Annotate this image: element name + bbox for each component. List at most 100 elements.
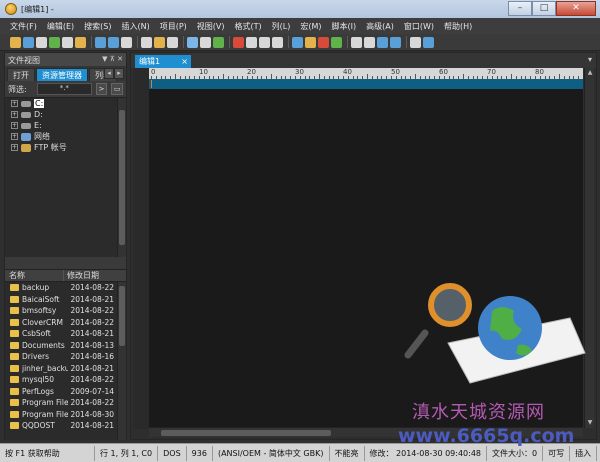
toolbar-button-icon[interactable] [377,36,388,48]
text-cursor [151,80,152,88]
menu-bar: 文件(F) 编辑(E) 搜索(S) 插入(N) 项目(P) 视图(V) 格式(T) 列(L) 宏… [0,18,600,34]
file-row[interactable]: bmsoftsy 2014-08-22 08 [5,305,126,317]
file-name: CsbSoft [22,329,51,339]
toolbar-button-icon[interactable] [213,36,224,48]
tab-left-arrow[interactable]: ◂ [104,68,114,79]
file-name: Program Files [22,398,69,408]
toolbar-button-icon[interactable] [49,36,60,48]
menu-item[interactable]: 格式(T) [235,21,262,32]
toolbar-button-icon[interactable] [167,36,178,48]
toolbar-button-icon[interactable] [364,36,375,48]
file-row[interactable]: PerfLogs 2009-07-14 11 [5,386,126,398]
toolbar-button-icon[interactable] [331,36,342,48]
file-row[interactable]: jinher_backup2014-08-21 18 [5,363,126,375]
toolbar-button-icon[interactable] [351,36,362,48]
file-row[interactable]: CsbSoft 2014-08-21 13 [5,328,126,340]
file-name: Documents [22,340,65,350]
menu-item[interactable]: 搜索(S) [84,21,111,32]
file-row[interactable]: CloverCRM 2014-08-22 12 [5,317,126,329]
folder-icon [10,364,19,372]
toolbar-separator [183,36,184,48]
folder-icon [10,399,19,407]
tab-file-view[interactable]: 资源管理器 [36,68,88,81]
toolbar-button-icon[interactable] [272,36,283,48]
menu-item[interactable]: 文件(F) [10,21,37,32]
tree-item[interactable]: + D: [5,109,126,120]
tree-item[interactable]: + FTP 帐号 [5,142,126,153]
file-list-scrollbar[interactable] [117,282,126,440]
toolbar-button-icon[interactable] [233,36,244,48]
file-row[interactable]: Program Files 2014-08-22 12 [5,397,126,409]
menu-item[interactable]: 项目(P) [160,21,187,32]
file-row[interactable]: Drivers 2014-08-16 09 [5,351,126,363]
expand-icon[interactable]: + [11,100,18,107]
toolbar-button-icon[interactable] [187,36,198,48]
menu-item[interactable]: 高级(A) [366,21,394,32]
tree-item[interactable]: + C: [5,98,126,109]
menu-item[interactable]: 宏(M) [300,21,321,32]
filter-apply-button[interactable]: > [95,83,108,95]
panel-controls[interactable]: ▼ ⊼ ✕ [102,55,123,63]
minimize-button[interactable]: – [508,1,532,16]
toolbar-button-icon[interactable] [121,36,132,48]
toolbar-button-icon[interactable] [10,36,21,48]
close-button[interactable]: ✕ [556,1,596,16]
toolbar-button-icon[interactable] [305,36,316,48]
tab-edit1[interactable]: 编辑1 × [135,55,191,68]
toolbar-button-icon[interactable] [423,36,434,48]
toolbar-button-icon[interactable] [200,36,211,48]
toolbar-button-icon[interactable] [154,36,165,48]
file-row[interactable]: BaicaiSoft 2014-08-21 16 [5,294,126,306]
expand-icon[interactable]: + [11,111,18,118]
panel-splitter[interactable] [5,257,126,269]
toolbar-button-icon[interactable] [23,36,34,48]
maximize-button[interactable]: □ [532,1,556,16]
tab-right-arrow[interactable]: ▸ [114,68,124,79]
menu-item[interactable]: 视图(V) [197,21,225,32]
tree-item[interactable]: + 网络 [5,131,126,142]
toolbar-button-icon[interactable] [259,36,270,48]
file-row[interactable]: backup 2014-08-22 10 [5,282,126,294]
expand-icon[interactable]: + [11,133,18,140]
tree-scrollbar[interactable] [117,98,126,257]
toolbar-separator [137,36,138,48]
tabs-dropdown-icon[interactable]: ▾ [588,55,592,64]
file-row[interactable]: Documents 2014-08-13 14 [5,340,126,352]
expand-icon[interactable]: + [11,144,18,151]
file-row[interactable]: QQDOST 2014-08-21 18 [5,420,126,432]
toolbar-button-icon[interactable] [390,36,401,48]
column-name[interactable]: 名称 [5,270,64,281]
tree-item[interactable]: + E: [5,120,126,131]
toolbar-button-icon[interactable] [108,36,119,48]
toolbar-button-icon[interactable] [95,36,106,48]
menu-item[interactable]: 编辑(E) [47,21,74,32]
folder-icon [10,387,19,395]
toolbar-button-icon[interactable] [36,36,47,48]
toolbar-button-icon[interactable] [62,36,73,48]
ruler-label: 70 [487,68,496,76]
tab-edit1-label: 编辑1 [139,57,161,66]
scroll-down-icon[interactable]: ▼ [585,418,595,428]
toolbar-separator [406,36,407,48]
menu-item[interactable]: 窗口(W) [404,21,434,32]
menu-item[interactable]: 脚本(I) [332,21,357,32]
folder-browse-button[interactable]: ▭ [111,83,124,95]
file-row[interactable]: Program File...2014-08-30 09 [5,409,126,421]
tab-close-icon[interactable]: × [181,55,188,68]
toolbar-button-icon[interactable] [318,36,329,48]
tab-file-view[interactable]: 打开 [7,68,35,81]
expand-icon[interactable]: + [11,122,18,129]
drive-icon [21,122,31,129]
toolbar-button-icon[interactable] [246,36,257,48]
menu-item[interactable]: 插入(N) [121,21,149,32]
toolbar-button-icon[interactable] [75,36,86,48]
scroll-up-icon[interactable]: ▲ [585,68,595,78]
toolbar-button-icon[interactable] [292,36,303,48]
menu-item[interactable]: 帮助(H) [444,21,472,32]
menu-item[interactable]: 列(L) [272,21,291,32]
column-date[interactable]: 修改日期 [64,270,99,281]
file-row[interactable]: mysql50 2014-08-22 08 [5,374,126,386]
filter-input[interactable]: *.* [36,83,92,95]
toolbar-button-icon[interactable] [141,36,152,48]
toolbar-button-icon[interactable] [410,36,421,48]
